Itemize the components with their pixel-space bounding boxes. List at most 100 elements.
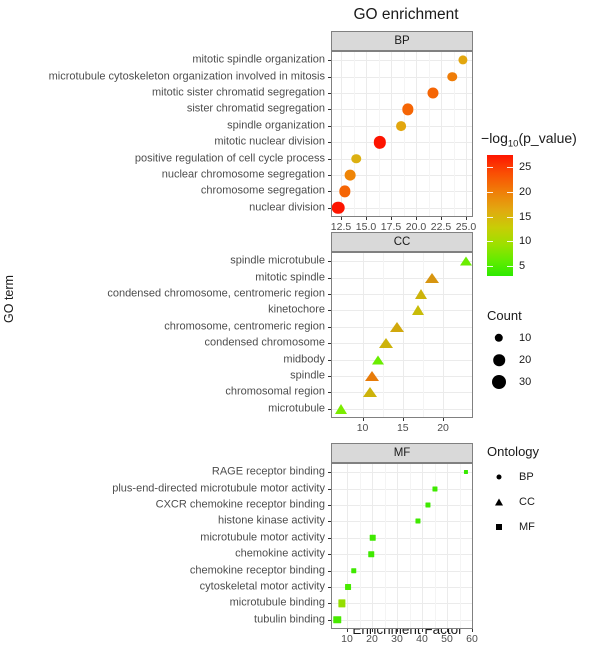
y-tick-mark xyxy=(328,277,331,279)
y-tick-mark xyxy=(328,294,331,295)
x-tick-label: 15.0 xyxy=(355,221,377,233)
gridline-vertical xyxy=(466,52,467,216)
color-scale-bar xyxy=(487,155,513,276)
y-tick-label: midbody xyxy=(283,353,325,366)
y-tick-label: spindle organization xyxy=(227,119,325,132)
y-tick-mark xyxy=(328,554,331,556)
facet-strip-label-cc: CC xyxy=(331,232,473,252)
color-scale-tick xyxy=(487,241,493,243)
y-tick-label: sister chromatid segregation xyxy=(186,102,325,115)
x-tick-mark xyxy=(416,217,417,220)
legend-title-count: Count xyxy=(487,308,522,323)
y-tick-mark xyxy=(328,310,331,312)
data-point xyxy=(424,272,439,283)
x-tick-mark xyxy=(422,629,423,632)
gridline-vertical xyxy=(397,464,398,628)
x-tick-mark xyxy=(366,217,367,220)
page-title: GO enrichment xyxy=(353,6,459,23)
y-tick-label: positive regulation of cell cycle proces… xyxy=(134,152,325,165)
y-tick-label: nuclear division xyxy=(249,201,325,214)
data-point xyxy=(339,185,351,198)
gridline-vertical xyxy=(347,464,348,628)
x-tick-mark xyxy=(391,217,392,220)
x-tick-label: 30 xyxy=(391,633,403,645)
legend-size-glyph xyxy=(493,354,505,366)
gridline-vertical xyxy=(416,52,417,216)
y-tick-label: spindle microtubule xyxy=(230,254,325,267)
gridline-vertical xyxy=(372,464,373,628)
go-enrichment-chart: GO enrichment GO term Enrichment Factor … xyxy=(0,0,600,645)
y-tick-label: microtubule motor activity xyxy=(200,531,325,544)
x-tick-label: 60 xyxy=(466,633,478,645)
gridline-horizontal xyxy=(332,521,472,523)
gridline-vertical xyxy=(441,52,442,216)
gridline-vertical-minor xyxy=(459,464,461,628)
y-tick-mark xyxy=(328,505,331,506)
legend-size-label: 10 xyxy=(519,332,532,344)
color-scale-tick-label: 5 xyxy=(519,260,526,273)
x-tick-mark xyxy=(397,629,398,632)
legend-title-ontology: Ontology xyxy=(487,444,540,459)
y-tick-mark xyxy=(328,142,331,144)
legend-shape-glyph-cc xyxy=(495,498,503,506)
gridline-vertical xyxy=(366,52,367,216)
data-point xyxy=(402,103,414,116)
gridline-vertical-minor xyxy=(353,52,355,216)
data-point xyxy=(334,403,347,414)
color-scale-tick-label: 10 xyxy=(519,235,532,248)
gridline-vertical-minor xyxy=(359,464,361,628)
data-point xyxy=(415,518,421,524)
data-point xyxy=(414,289,427,299)
data-point xyxy=(333,616,341,624)
x-tick-label: 10 xyxy=(356,422,369,434)
data-point xyxy=(425,502,431,508)
y-tick-mark xyxy=(328,326,331,328)
data-point xyxy=(351,567,357,574)
data-point xyxy=(351,153,361,164)
y-tick-mark xyxy=(328,603,331,605)
plot-panel-cc xyxy=(331,252,473,418)
data-point xyxy=(390,321,405,332)
data-point xyxy=(447,71,457,82)
color-scale-tick xyxy=(507,192,513,194)
legend-size-label: 20 xyxy=(519,354,532,366)
y-tick-label: condensed chromosome xyxy=(204,336,325,349)
y-tick-label: cytoskeletal motor activity xyxy=(199,580,325,593)
y-tick-mark xyxy=(328,207,331,209)
y-tick-label: mitotic nuclear division xyxy=(214,135,325,148)
y-tick-label: nuclear chromosome segregation xyxy=(161,168,325,181)
legend-size-glyph xyxy=(492,375,506,389)
y-tick-mark xyxy=(328,392,331,394)
y-tick-mark xyxy=(328,521,331,523)
y-tick-mark xyxy=(328,175,331,176)
y-tick-label: chromosomal region xyxy=(225,385,325,398)
facet-bp: BP xyxy=(331,31,473,217)
y-tick-mark xyxy=(328,359,331,361)
gridline-vertical xyxy=(443,253,445,417)
y-tick-mark xyxy=(328,619,331,621)
legend-size-label: 30 xyxy=(519,376,532,388)
gridline-vertical xyxy=(402,253,404,417)
y-tick-label: mitotic spindle organization xyxy=(192,53,325,66)
y-tick-label: microtubule xyxy=(268,402,325,415)
x-tick-mark xyxy=(447,629,448,632)
gridline-horizontal xyxy=(332,505,472,506)
gridline-horizontal xyxy=(332,587,472,588)
x-tick-mark xyxy=(443,418,445,421)
facet-strip-label-mf: MF xyxy=(331,443,473,463)
y-tick-label: chemokine activity xyxy=(235,547,325,560)
gridline-horizontal xyxy=(332,472,472,474)
data-point xyxy=(396,120,406,131)
data-point xyxy=(345,584,351,590)
y-tick-mark xyxy=(328,537,331,539)
y-tick-label: RAGE receptor binding xyxy=(211,465,325,478)
gridline-horizontal xyxy=(332,554,472,556)
y-tick-label: CXCR chemokine receptor binding xyxy=(155,498,325,511)
x-tick-label: 25.0 xyxy=(455,221,477,233)
y-tick-mark xyxy=(328,109,331,111)
color-scale-tick xyxy=(487,192,493,194)
y-tick-mark xyxy=(328,570,331,572)
y-tick-mark xyxy=(328,125,331,127)
data-point xyxy=(371,355,384,365)
gridline-vertical-minor xyxy=(384,464,386,628)
